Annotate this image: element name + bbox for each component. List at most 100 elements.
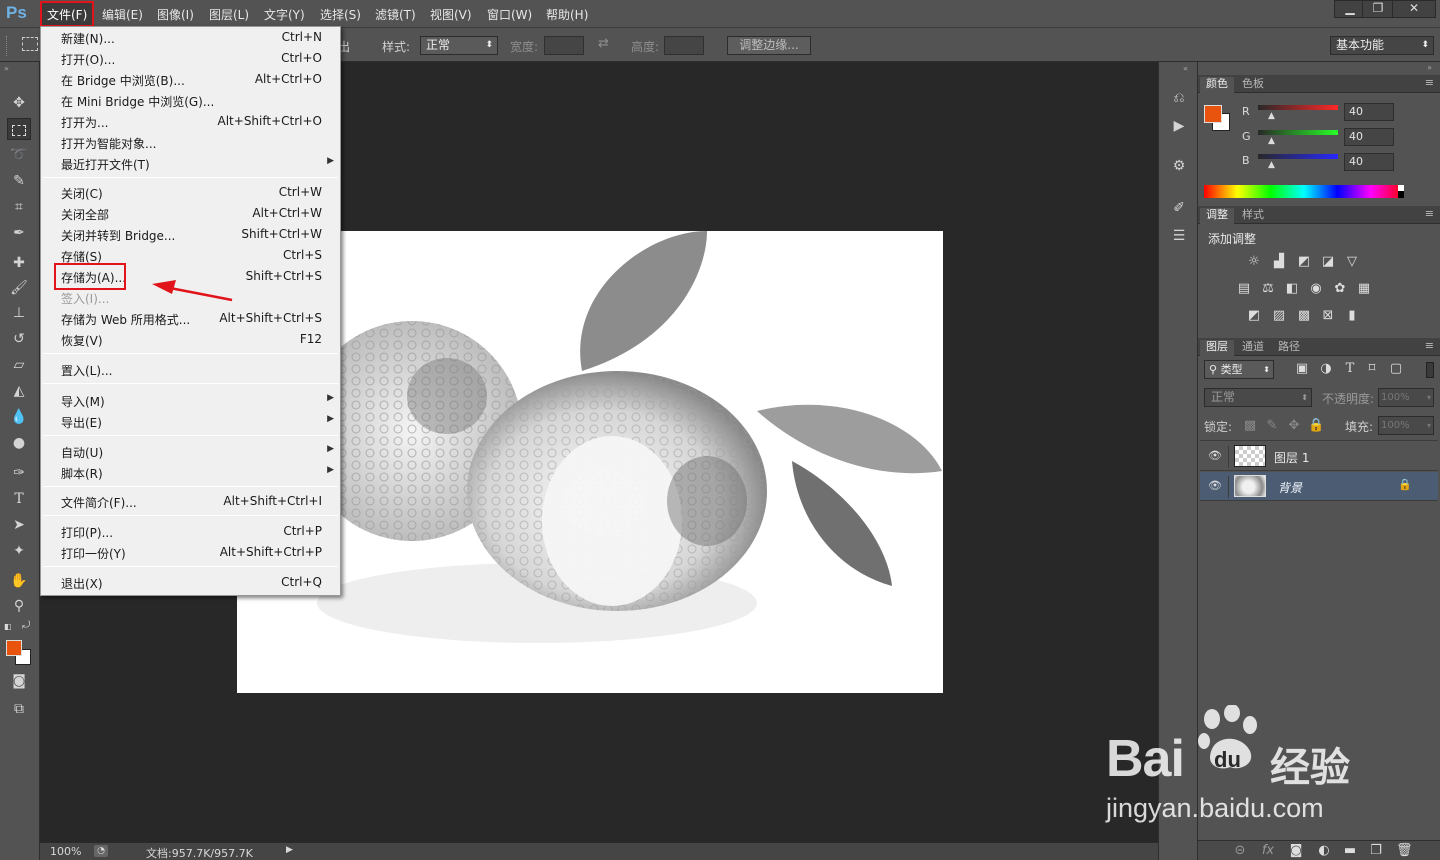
lasso-tool-icon[interactable]: ➰ [7, 144, 31, 166]
restore-button[interactable]: ❐ [1362, 0, 1394, 18]
menu-view[interactable]: 视图(V) [430, 6, 472, 23]
workspace-select[interactable]: 基本功能 ⬍ [1330, 36, 1434, 55]
levels-icon[interactable]: ▟ [1271, 255, 1287, 269]
exposure-icon[interactable]: ◪ [1320, 255, 1336, 269]
lock-pixels-icon[interactable]: ✎ [1264, 419, 1280, 433]
filter-adjustment-icon[interactable]: ◑ [1318, 362, 1334, 376]
menu-item-close[interactable]: 关闭(C) Ctrl+W [41, 182, 340, 203]
fill-input[interactable]: 100% ▾ [1378, 416, 1434, 435]
brush-tool-icon[interactable]: 🖌 [7, 277, 31, 299]
menu-item-recent-files[interactable]: 最近打开文件(T) ▶ [41, 153, 340, 174]
default-colors-icon[interactable]: ◧ [4, 622, 12, 631]
curves-icon[interactable]: ◩ [1296, 255, 1312, 269]
slider-thumb-icon[interactable]: ▲ [1268, 136, 1275, 146]
channel-mixer-icon[interactable]: ✿ [1332, 282, 1348, 296]
move-tool-icon[interactable]: ✥ [7, 92, 31, 114]
status-info-icon[interactable]: ◔ [94, 845, 108, 857]
crop-tool-icon[interactable]: ⌗ [7, 196, 31, 218]
menu-item-new[interactable]: 新建(N)... Ctrl+N [41, 27, 340, 48]
pen-tool-icon[interactable]: ✑ [7, 462, 31, 484]
menu-filter[interactable]: 滤镜(T) [375, 6, 416, 23]
type-tool-icon[interactable]: T [7, 488, 31, 510]
slider-thumb-icon[interactable]: ▲ [1268, 160, 1275, 170]
swap-icon[interactable]: ⇄ [598, 36, 609, 51]
hand-tool-icon[interactable]: ✋ [7, 570, 31, 592]
refine-edge-button[interactable]: 调整边缘... [727, 36, 811, 55]
add-mask-icon[interactable]: ◙ [1288, 844, 1304, 858]
healing-brush-tool-icon[interactable]: ✚ [7, 252, 31, 274]
properties-panel-icon[interactable]: ⚙ [1169, 156, 1189, 176]
channel-g-value[interactable]: 40 [1344, 128, 1394, 146]
brush-panel-icon[interactable]: ✐ [1169, 198, 1189, 218]
menu-item-automate[interactable]: 自动(U) ▶ [41, 441, 340, 462]
menu-layer[interactable]: 图层(L) [209, 6, 249, 23]
collapse-icon[interactable]: » [4, 64, 9, 73]
menu-image[interactable]: 图像(I) [157, 6, 194, 23]
path-select-tool-icon[interactable]: ➤ [7, 514, 31, 536]
eraser-tool-icon[interactable]: ▱ [7, 354, 31, 376]
layer-row-layer1[interactable]: 👁 图层 1 [1200, 442, 1438, 471]
menu-item-import[interactable]: 导入(M) ▶ [41, 390, 340, 411]
menu-item-exit[interactable]: 退出(X) Ctrl+Q [41, 572, 340, 593]
menu-item-open-smart-object[interactable]: 打开为智能对象... [41, 132, 340, 153]
channel-b-value[interactable]: 40 [1344, 153, 1394, 171]
lock-all-icon[interactable]: 🔒 [1308, 419, 1324, 433]
slider-thumb-icon[interactable]: ▲ [1268, 111, 1275, 121]
clone-stamp-tool-icon[interactable]: ⊥ [7, 302, 31, 324]
layer-filter-select[interactable]: ⚲ 类型 ⬍ [1204, 360, 1274, 379]
threshold-icon[interactable]: ▩ [1296, 309, 1312, 323]
style-select[interactable]: 正常 ⬍ [420, 36, 498, 55]
screen-mode-icon[interactable]: ⧉ [7, 698, 31, 720]
foreground-color-swatch[interactable] [6, 640, 22, 656]
custom-shape-tool-icon[interactable]: ✦ [7, 540, 31, 562]
blur-tool-icon[interactable]: 💧 [7, 406, 31, 428]
layer-style-icon[interactable]: fx [1260, 844, 1276, 858]
filter-toggle[interactable] [1426, 362, 1434, 378]
zoom-tool-icon[interactable]: ⚲ [7, 595, 31, 617]
menu-item-export[interactable]: 导出(E) ▶ [41, 411, 340, 432]
menu-item-place[interactable]: 置入(L)... [41, 359, 340, 380]
menu-item-close-all[interactable]: 关闭全部 Alt+Ctrl+W [41, 203, 340, 224]
menu-window[interactable]: 窗口(W) [487, 6, 532, 23]
channel-r-value[interactable]: 40 [1344, 103, 1394, 121]
tab-channels[interactable]: 通道 [1236, 340, 1270, 356]
menu-item-browse-mini-bridge[interactable]: 在 Mini Bridge 中浏览(G)... [41, 90, 340, 111]
link-layers-icon[interactable]: ⊝ [1232, 844, 1248, 858]
invert-icon[interactable]: ◩ [1246, 309, 1262, 323]
menu-select[interactable]: 选择(S) [320, 6, 361, 23]
color-spectrum-bar[interactable] [1204, 185, 1404, 198]
channel-r-slider[interactable] [1258, 105, 1338, 110]
blend-mode-select[interactable]: 正常 ⬍ [1204, 388, 1312, 407]
menu-type[interactable]: 文字(Y) [264, 6, 305, 23]
color-panel-foreground[interactable] [1204, 105, 1222, 123]
menu-item-scripts[interactable]: 脚本(R) ▶ [41, 462, 340, 483]
height-input[interactable] [664, 36, 704, 55]
selective-color-icon[interactable]: ⊠ [1320, 309, 1336, 323]
posterize-icon[interactable]: ▨ [1271, 309, 1287, 323]
marquee-tool-preset-icon[interactable] [22, 37, 38, 51]
menu-item-open-as[interactable]: 打开为... Alt+Shift+Ctrl+O [41, 111, 340, 132]
filter-pixel-icon[interactable]: ▣ [1294, 362, 1310, 376]
document-canvas[interactable] [237, 231, 943, 693]
width-input[interactable] [544, 36, 584, 55]
menu-edit[interactable]: 编辑(E) [102, 6, 143, 23]
menu-help[interactable]: 帮助(H) [546, 6, 588, 23]
menu-item-save-for-web[interactable]: 存储为 Web 所用格式... Alt+Shift+Ctrl+S [41, 308, 340, 329]
filter-type-icon[interactable]: T [1342, 362, 1358, 376]
menu-item-close-go-bridge[interactable]: 关闭并转到 Bridge... Shift+Ctrl+W [41, 224, 340, 245]
lock-position-icon[interactable]: ✥ [1286, 419, 1302, 433]
close-button[interactable]: ✕ [1392, 0, 1436, 18]
panel-menu-icon[interactable]: ≡ [1425, 339, 1434, 352]
color-balance-icon[interactable]: ⚖ [1260, 282, 1276, 296]
color-lookup-icon[interactable]: ▦ [1356, 282, 1372, 296]
tab-swatches[interactable]: 色板 [1236, 77, 1270, 93]
layer-row-background[interactable]: 👁 背景 🔒 [1200, 472, 1438, 501]
photo-filter-icon[interactable]: ◉ [1308, 282, 1324, 296]
new-group-icon[interactable]: ▬ [1342, 844, 1358, 858]
swap-colors-icon[interactable]: ⤾ [22, 620, 30, 631]
filter-smart-object-icon[interactable]: ▢ [1388, 362, 1404, 376]
menu-file[interactable]: 文件(F) [47, 6, 87, 23]
channel-b-slider[interactable] [1258, 154, 1338, 159]
actions-panel-icon[interactable]: ▶ [1169, 116, 1189, 136]
brush-presets-panel-icon[interactable]: ☰ [1169, 226, 1189, 246]
